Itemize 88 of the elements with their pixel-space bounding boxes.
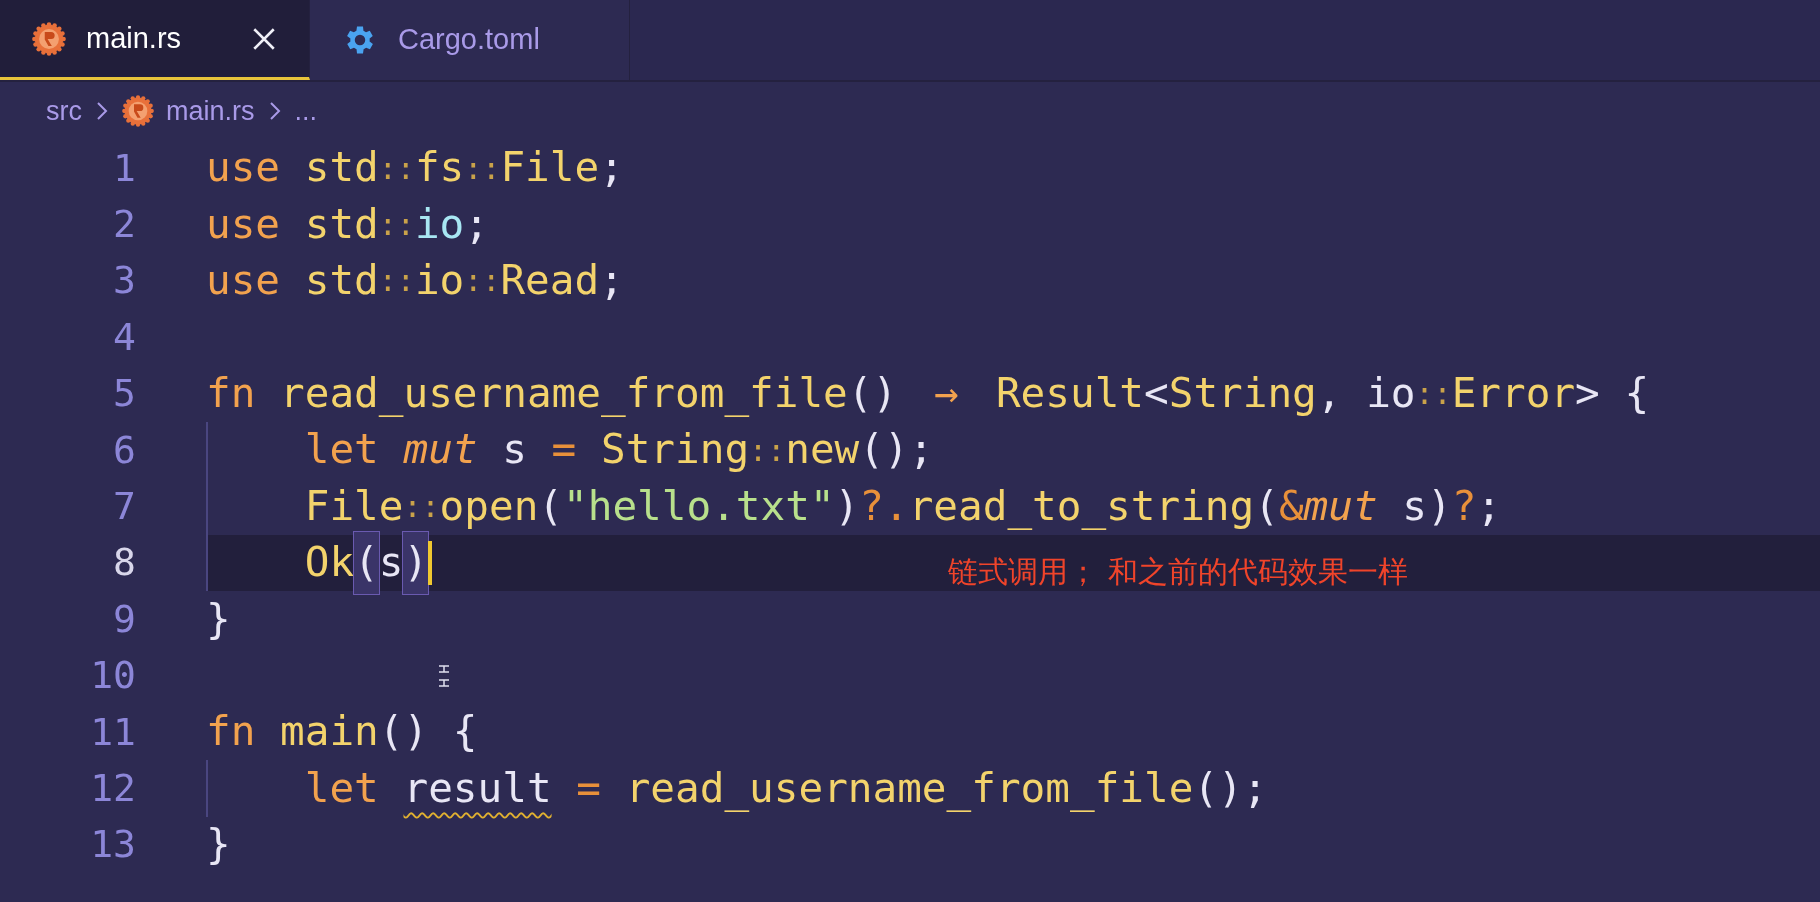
line-number: 5: [112, 370, 136, 418]
editor-tab[interactable]: main.rs: [0, 0, 310, 80]
annotation-text: 链式调用； 和之前的代码效果一样: [948, 552, 1408, 591]
code-token: =: [551, 424, 578, 476]
code-token: Error: [1451, 368, 1576, 419]
code-token: , io: [1316, 368, 1416, 419]
line-number: 4: [112, 313, 136, 361]
code-token: use: [206, 142, 282, 194]
code-token: open: [439, 480, 539, 532]
code-token: read_username_from_file: [280, 368, 848, 419]
breadcrumb-item[interactable]: main.rs: [166, 90, 255, 132]
code-token: ): [834, 480, 860, 532]
line-number: 13: [89, 821, 136, 869]
code-token: s: [378, 537, 404, 589]
code-token: std: [304, 198, 379, 250]
code-token: }: [206, 819, 231, 871]
code-token: →: [933, 368, 960, 419]
code-token: =: [575, 762, 602, 814]
code-token: fn: [206, 706, 257, 758]
code-token: let: [304, 424, 380, 476]
breadcrumb-item[interactable]: ...: [294, 90, 318, 132]
line-number: 6: [112, 426, 136, 474]
code-token: std: [304, 142, 379, 194]
code-token: mut: [1303, 480, 1378, 532]
code-token: ::: [378, 149, 415, 188]
code-token: std: [304, 255, 379, 307]
code-token: String: [601, 424, 750, 476]
matched-bracket: ): [403, 532, 429, 594]
code-token: String: [1168, 368, 1317, 419]
line-number: 2: [112, 201, 136, 249]
code-token: ;: [599, 142, 624, 194]
code-token: fn: [206, 368, 257, 419]
code-token: File: [304, 480, 404, 532]
code-token: ;: [599, 255, 624, 307]
code-token: <: [1144, 368, 1169, 419]
line-number: 8: [112, 539, 136, 587]
tab-label: Cargo.toml: [398, 22, 540, 58]
code-token: ::: [749, 431, 786, 470]
code-token: read_to_string: [908, 480, 1255, 532]
code-token: ::: [403, 488, 440, 527]
code-token: ?.: [859, 480, 909, 532]
gear-badge-icon: [32, 21, 66, 56]
code-token: ::: [464, 149, 501, 188]
code-token: ();: [859, 424, 934, 476]
code-token: Read: [500, 255, 600, 307]
code-token: (: [1254, 480, 1279, 532]
code-token: io: [414, 198, 465, 250]
line-number: 11: [89, 708, 136, 756]
code-token: > {: [1575, 368, 1650, 419]
code-token: ::: [378, 206, 415, 245]
code-token: ::: [1415, 375, 1452, 414]
code-token: use: [206, 198, 282, 250]
code-token: io: [414, 255, 465, 307]
code-token: mut: [403, 424, 478, 476]
code-token: let: [304, 762, 380, 814]
code-token: ::: [464, 262, 501, 301]
code-token: }: [206, 593, 231, 645]
code-token: Result: [994, 368, 1144, 419]
line-number: 7: [112, 483, 136, 531]
gear-badge-icon: [122, 95, 154, 127]
code-token: use: [206, 255, 282, 307]
code-token: (: [538, 480, 564, 532]
code-token: read_username_from_file: [625, 762, 1194, 814]
code-token: &: [1278, 480, 1304, 532]
code-token: Ok: [304, 537, 355, 589]
code-token: ();: [1193, 762, 1268, 814]
warning-token: result: [403, 762, 552, 814]
code-token: ::: [378, 262, 415, 301]
code-token: fs: [414, 142, 465, 194]
breadcrumb-item[interactable]: src: [46, 90, 82, 132]
code-token: ;: [464, 198, 489, 250]
line-number: 3: [112, 257, 136, 305]
code-token: "hello.txt": [563, 480, 835, 532]
line-number: 12: [89, 765, 136, 812]
line-number: 1: [112, 144, 136, 192]
code-token: ?: [1451, 480, 1477, 532]
code-token: s): [1401, 480, 1452, 532]
code-token: main: [280, 706, 379, 758]
code-token: File: [500, 142, 600, 194]
matched-bracket: (: [354, 532, 379, 594]
line-number: 10: [89, 652, 136, 700]
code-token: s: [501, 424, 528, 476]
line-number: 9: [112, 595, 136, 643]
code-token: (): [847, 368, 899, 419]
code-token: () {: [378, 706, 478, 758]
code-token: ;: [1476, 480, 1502, 532]
tab-label: main.rs: [86, 20, 182, 56]
code-token: new: [785, 424, 860, 476]
